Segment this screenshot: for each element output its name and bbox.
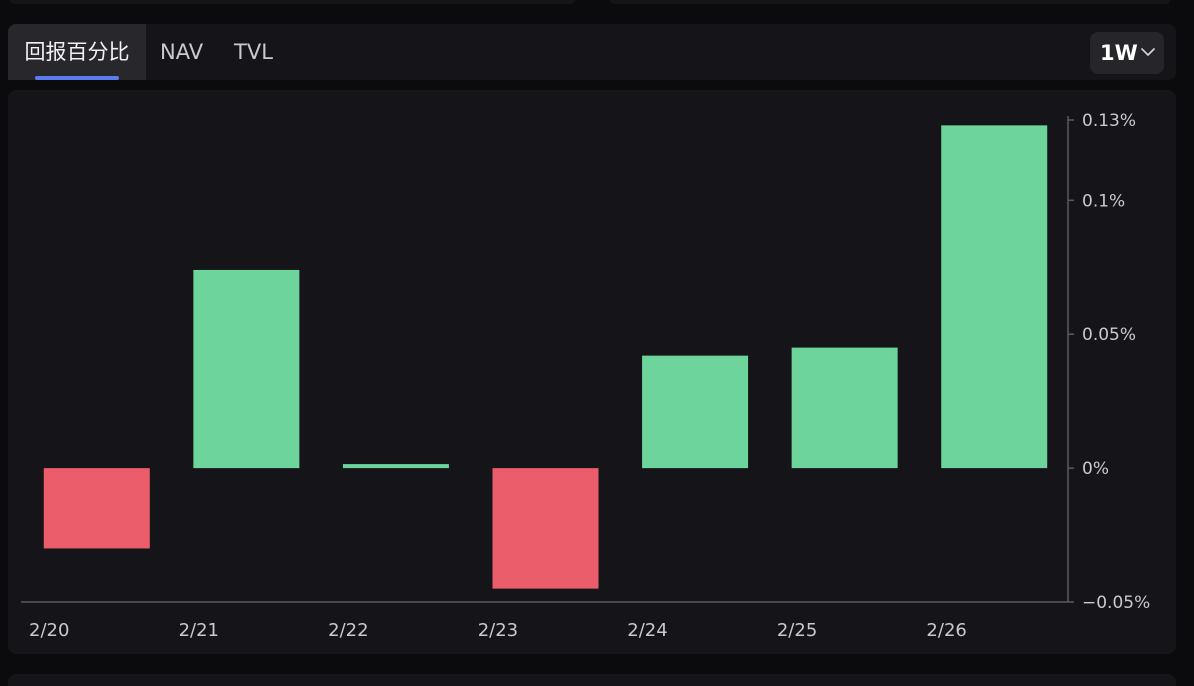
x-tick-label: 2/23 (478, 620, 518, 641)
y-tick-label: 0.13% (1082, 111, 1136, 131)
chart-tab-bar: 回报百分比 NAV TVL 1W (8, 24, 1176, 80)
x-tick-label: 2/22 (328, 620, 368, 641)
tab-label: 回报百分比 (24, 40, 130, 64)
tab-nav[interactable]: NAV (160, 24, 203, 80)
bottom-panel-edge (8, 674, 1176, 686)
active-tab-indicator (35, 76, 119, 80)
tab-label: NAV (160, 40, 204, 64)
tab-tvl[interactable]: TVL (234, 24, 273, 80)
return-bar-chart: 2/20 2/21 2/22 2/23 2/24 2/25 2/26 0.13% 0.1% 0.0… (21, 111, 1150, 641)
tab-return-percent[interactable]: 回报百分比 (8, 24, 146, 80)
bar-2-25[interactable] (791, 347, 898, 469)
top-panel-right (610, 0, 1170, 4)
x-tick-label: 2/25 (777, 620, 817, 641)
x-tick-label: 2/26 (926, 620, 966, 641)
bar-2-21[interactable] (193, 269, 300, 469)
tab-label: TVL (234, 40, 273, 64)
bar-2-22[interactable] (342, 464, 449, 469)
time-range-select[interactable]: 1W (1090, 32, 1164, 74)
y-tick-label: 0.05% (1082, 325, 1136, 345)
x-tick-label: 2/24 (627, 620, 667, 641)
x-tick-label: 2/21 (179, 620, 219, 641)
y-tick-label: 0.1% (1082, 191, 1125, 211)
bar-2-20[interactable] (43, 468, 150, 549)
time-range-value: 1W (1100, 41, 1138, 65)
chart-panel: 2/20 2/21 2/22 2/23 2/24 2/25 2/26 0.13% 0.1% 0.0… (8, 90, 1176, 654)
y-tick-label: 0% (1082, 459, 1109, 479)
y-tick-label: −0.05% (1082, 593, 1150, 613)
bar-2-24[interactable] (642, 355, 749, 469)
top-panel-left (10, 0, 575, 4)
chevron-down-icon (1141, 48, 1155, 56)
x-tick-label: 2/20 (29, 620, 69, 641)
bar-2-23[interactable] (492, 468, 599, 589)
bar-2-26[interactable] (941, 125, 1048, 469)
top-panel-edge (0, 0, 1194, 22)
